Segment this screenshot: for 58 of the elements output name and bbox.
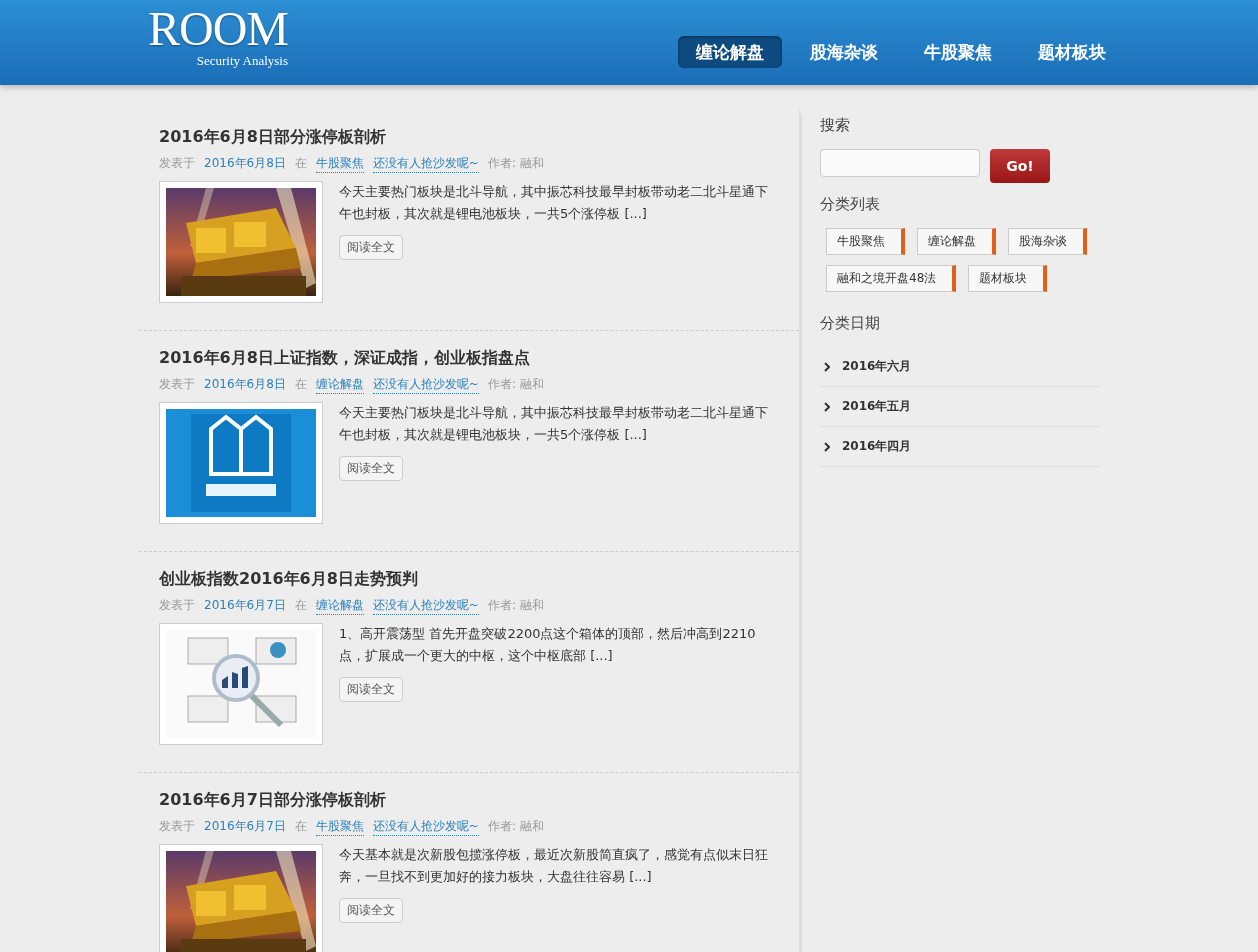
go-button[interactable]: Go!: [990, 149, 1050, 183]
widget-title: 搜索: [820, 116, 851, 135]
post-date-link[interactable]: 2016年6月8日: [204, 155, 286, 173]
archive-link[interactable]: 2016年五月: [842, 398, 912, 415]
category-tag[interactable]: 缠论解盘: [917, 228, 996, 255]
category-link[interactable]: 缠论解盘: [315, 376, 364, 394]
post-author: 作者: 融和: [487, 597, 544, 614]
category-link[interactable]: 牛股聚焦: [315, 155, 364, 173]
meta-label: 在: [294, 155, 307, 172]
post-title[interactable]: 创业板指数2016年6月8日走势预判: [159, 567, 779, 591]
read-more-button[interactable]: 阅读全文: [339, 898, 403, 923]
category-link[interactable]: 缠论解盘: [315, 597, 364, 615]
post-date-link[interactable]: 2016年6月7日: [204, 818, 286, 836]
widget-title: 分类列表: [820, 195, 881, 214]
post-date-link[interactable]: 2016年6月7日: [204, 597, 286, 615]
nav-tab[interactable]: 牛股聚焦: [906, 36, 1010, 68]
comments-link[interactable]: 还没有人抢沙发呢~: [372, 597, 479, 615]
category-tag[interactable]: 融和之境开盘48法: [826, 265, 957, 292]
post-title[interactable]: 2016年6月8日上证指数，深证成指，创业板指盘点: [159, 346, 779, 370]
category-tag[interactable]: 股海杂谈: [1008, 228, 1087, 255]
widget-title: 分类日期: [820, 314, 881, 333]
meta-label: 在: [294, 376, 307, 393]
category-link[interactable]: 牛股聚焦: [315, 818, 364, 836]
archive-link[interactable]: 2016年四月: [842, 438, 912, 455]
post-author: 作者: 融和: [487, 155, 544, 172]
category-tag[interactable]: 牛股聚焦: [826, 228, 905, 255]
meta-label: 发表于: [159, 818, 195, 835]
post-author: 作者: 融和: [487, 376, 544, 393]
comments-link[interactable]: 还没有人抢沙发呢~: [372, 155, 479, 173]
comments-link[interactable]: 还没有人抢沙发呢~: [372, 818, 479, 836]
meta-label: 发表于: [159, 155, 195, 172]
meta-label: 在: [294, 818, 307, 835]
post-author: 作者: 融和: [487, 818, 544, 835]
post-excerpt: 1、高开震荡型 首先开盘突破2200点这个箱体的顶部，然后冲高到2210点，扩展成一个更大的中枢，这个中枢底部 [...]: [339, 625, 757, 665]
nav-tab[interactable]: 股海杂谈: [792, 36, 896, 68]
post-date-link[interactable]: 2016年6月8日: [204, 376, 286, 394]
meta-label: 发表于: [159, 597, 195, 614]
archive-link[interactable]: 2016年六月: [842, 358, 912, 375]
chevron-icon: [824, 361, 830, 372]
post-title[interactable]: 2016年6月8日部分涨停板剖析: [159, 125, 779, 149]
search-field[interactable]: [820, 149, 980, 177]
site-logo[interactable]: ROOM: [148, 6, 289, 52]
chevron-icon: [824, 441, 830, 452]
chevron-icon: [824, 401, 830, 412]
nav-tab[interactable]: 缠论解盘: [678, 36, 782, 68]
comments-link[interactable]: 还没有人抢沙发呢~: [372, 376, 479, 394]
read-more-button[interactable]: 阅读全文: [339, 456, 403, 481]
meta-label: 在: [294, 597, 307, 614]
read-more-button[interactable]: 阅读全文: [339, 235, 403, 260]
read-more-button[interactable]: 阅读全文: [339, 677, 403, 702]
meta-label: 发表于: [159, 376, 195, 393]
nav-tab[interactable]: 题材板块: [1020, 36, 1124, 68]
post-excerpt: 今天基本就是次新股包揽涨停板，最近次新股简直疯了，感觉有点似末日狂奔，一旦找不到更加好的接力板块，大盘往往容易 [...]: [339, 846, 769, 886]
category-tag[interactable]: 题材板块: [968, 265, 1048, 292]
site-tagline: Security Analysis: [196, 53, 289, 69]
post-excerpt: 今天主要热门板块是北斗导航，其中振芯科技最早封板带动老二北斗星通下午也封板，其次就是锂电池板块，一共5个涨停板 [...]: [339, 183, 769, 223]
post-excerpt: 今天主要热门板块是北斗导航，其中振芯科技最早封板带动老二北斗星通下午也封板，其次就是锂电池板块，一共5个涨停板 [...]: [339, 404, 769, 444]
post-title[interactable]: 2016年6月7日部分涨停板剖析: [159, 788, 779, 812]
